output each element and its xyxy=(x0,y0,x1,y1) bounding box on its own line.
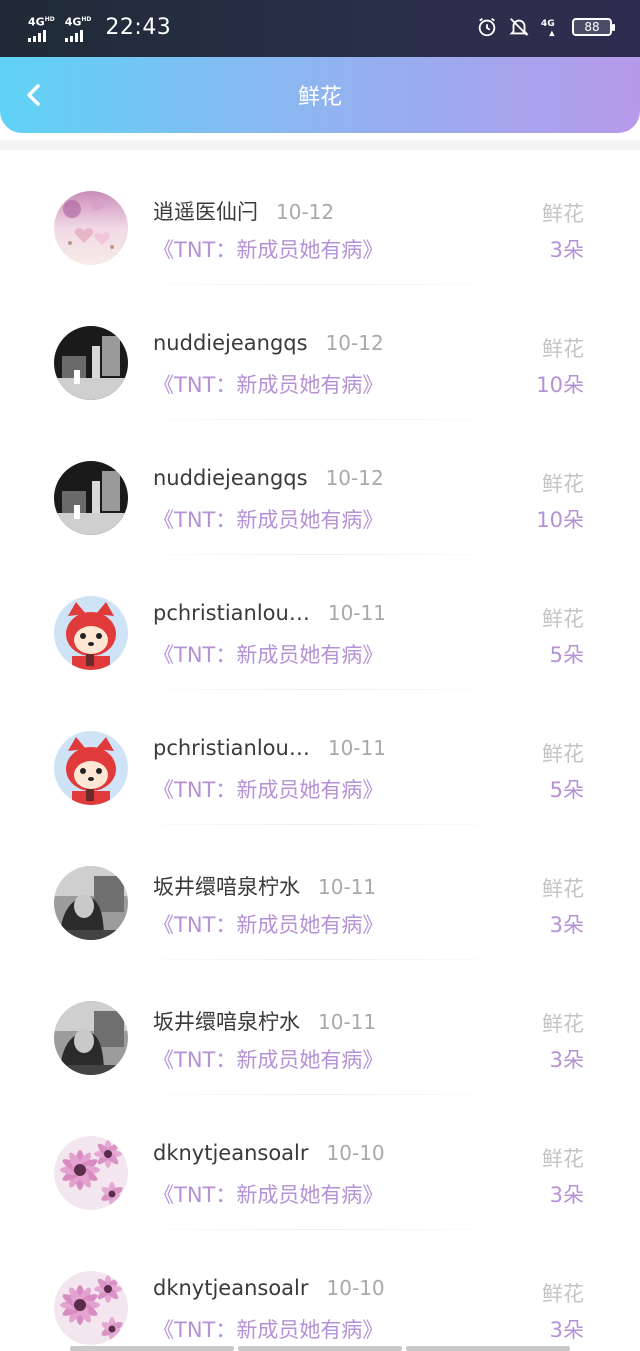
avatar[interactable] xyxy=(54,1001,128,1075)
name-line: dknytjeansoalr 10-10 xyxy=(153,1141,385,1165)
record-date: 10-11 xyxy=(327,736,386,760)
network-type-1: 4G xyxy=(28,15,45,29)
work-title[interactable]: 《TNT：新成员她有病》 xyxy=(153,369,383,399)
gift-type: 鲜花 xyxy=(542,1012,584,1036)
gift-type: 鲜花 xyxy=(542,337,584,361)
username[interactable]: 逍遥医仙闩 xyxy=(153,196,258,226)
name-line: 逍遥医仙闩 10-12 xyxy=(153,196,334,226)
work-title[interactable]: 《TNT：新成员她有病》 xyxy=(153,1044,383,1074)
work-title[interactable]: 《TNT：新成员她有病》 xyxy=(153,639,383,669)
name-line: nuddiejeangqs 10-12 xyxy=(153,331,384,355)
battery-level: 88 xyxy=(584,20,600,34)
username[interactable]: dknytjeansoalr xyxy=(153,1276,309,1300)
list-item[interactable]: nuddiejeangqs 10-12 《TNT：新成员她有病》 鲜花 10朵 xyxy=(0,420,640,555)
clock-time: 22:43 xyxy=(105,15,172,41)
alarm-icon xyxy=(478,17,496,37)
avatar[interactable] xyxy=(54,461,128,535)
signal-1-icon: 4GHD xyxy=(28,14,55,42)
username[interactable]: nuddiejeangqs xyxy=(153,466,308,490)
name-line: dknytjeansoalr 10-10 xyxy=(153,1276,385,1300)
username[interactable]: 坂井缳喑泉柠水 xyxy=(153,1006,300,1036)
battery-icon: 88 xyxy=(572,18,615,36)
record-date: 10-11 xyxy=(327,601,386,625)
gift-type: 鲜花 xyxy=(542,877,584,901)
avatar[interactable] xyxy=(54,596,128,670)
record-date: 10-11 xyxy=(318,875,377,899)
username[interactable]: pchristianlou… xyxy=(153,601,310,625)
gift-type: 鲜花 xyxy=(542,607,584,631)
username[interactable]: nuddiejeangqs xyxy=(153,331,308,355)
bottom-indicator xyxy=(70,1346,570,1351)
work-title[interactable]: 《TNT：新成员她有病》 xyxy=(153,504,383,534)
work-title[interactable]: 《TNT：新成员她有病》 xyxy=(153,1179,383,1209)
record-date: 10-12 xyxy=(325,466,384,490)
work-title[interactable]: 《TNT：新成员她有病》 xyxy=(153,1314,383,1344)
name-line: pchristianlou… 10-11 xyxy=(153,736,386,760)
work-title[interactable]: 《TNT：新成员她有病》 xyxy=(153,234,383,264)
network-sup-2: HD xyxy=(81,16,92,23)
mute-bell-icon xyxy=(509,18,529,36)
status-bar: 4GHD 4GHD 22:43 4G 88 xyxy=(0,0,640,58)
username[interactable]: pchristianlou… xyxy=(153,736,310,760)
avatar[interactable] xyxy=(54,866,128,940)
name-line: nuddiejeangqs 10-12 xyxy=(153,466,384,490)
name-line: 坂井缳喑泉柠水 10-11 xyxy=(153,871,376,901)
list-item[interactable]: 逍遥医仙闩 10-12 《TNT：新成员她有病》 鲜花 3朵 xyxy=(0,150,640,285)
list-item[interactable]: nuddiejeangqs 10-12 《TNT：新成员她有病》 鲜花 10朵 xyxy=(0,285,640,420)
list-item[interactable]: 坂井缳喑泉柠水 10-11 《TNT：新成员她有病》 鲜花 3朵 xyxy=(0,960,640,1095)
nav-header: 鲜花 xyxy=(0,57,640,133)
gift-count: 3朵 xyxy=(549,1183,584,1207)
record-date: 10-10 xyxy=(326,1141,385,1165)
gift-type: 鲜花 xyxy=(542,202,584,226)
record-date: 10-12 xyxy=(276,200,335,224)
data-signal-icon: 4G xyxy=(541,18,555,37)
list-item[interactable]: pchristianlou… 10-11 《TNT：新成员她有病》 鲜花 5朵 xyxy=(0,555,640,690)
gift-count: 3朵 xyxy=(549,1318,584,1342)
record-date: 10-11 xyxy=(318,1010,377,1034)
network-type-2: 4G xyxy=(64,15,82,29)
gift-type: 鲜花 xyxy=(542,742,584,766)
signal-2-icon: 4GHD xyxy=(64,14,92,42)
gift-count: 10朵 xyxy=(536,373,584,397)
avatar[interactable] xyxy=(54,1136,128,1210)
screen: 4GHD 4GHD 22:43 4G 88 鲜花 逍遥医仙闩 10-12 《TN… xyxy=(0,0,640,1351)
work-title[interactable]: 《TNT：新成员她有病》 xyxy=(153,774,383,804)
gift-count: 3朵 xyxy=(549,238,584,262)
list-item[interactable]: 坂井缳喑泉柠水 10-11 《TNT：新成员她有病》 鲜花 3朵 xyxy=(0,825,640,960)
gift-type: 鲜花 xyxy=(542,1282,584,1306)
list-item[interactable]: dknytjeansoalr 10-10 《TNT：新成员她有病》 鲜花 3朵 xyxy=(0,1230,640,1351)
gift-count: 3朵 xyxy=(549,913,584,937)
avatar[interactable] xyxy=(54,191,128,265)
username[interactable]: dknytjeansoalr xyxy=(153,1141,309,1165)
network-sup-1: HD xyxy=(44,16,55,23)
avatar[interactable] xyxy=(54,326,128,400)
record-date: 10-12 xyxy=(325,331,384,355)
gift-count: 5朵 xyxy=(549,643,584,667)
username[interactable]: 坂井缳喑泉柠水 xyxy=(153,871,300,901)
gift-count: 3朵 xyxy=(549,1048,584,1072)
header-divider xyxy=(0,140,640,150)
avatar[interactable] xyxy=(54,731,128,805)
gift-count: 5朵 xyxy=(549,778,584,802)
page-title: 鲜花 xyxy=(297,85,342,110)
list-item[interactable]: dknytjeansoalr 10-10 《TNT：新成员她有病》 鲜花 3朵 xyxy=(0,1095,640,1230)
data-network-type: 4G xyxy=(541,18,555,29)
gift-count: 10朵 xyxy=(536,508,584,532)
avatar[interactable] xyxy=(54,1271,128,1345)
gift-type: 鲜花 xyxy=(542,1147,584,1171)
gift-type: 鲜花 xyxy=(542,472,584,496)
name-line: 坂井缳喑泉柠水 10-11 xyxy=(153,1006,376,1036)
list-item[interactable]: pchristianlou… 10-11 《TNT：新成员她有病》 鲜花 5朵 xyxy=(0,690,640,825)
name-line: pchristianlou… 10-11 xyxy=(153,601,386,625)
flower-record-list: 逍遥医仙闩 10-12 《TNT：新成员她有病》 鲜花 3朵 nuddiejea… xyxy=(0,150,640,1351)
work-title[interactable]: 《TNT：新成员她有病》 xyxy=(153,909,383,939)
record-date: 10-10 xyxy=(326,1276,385,1300)
